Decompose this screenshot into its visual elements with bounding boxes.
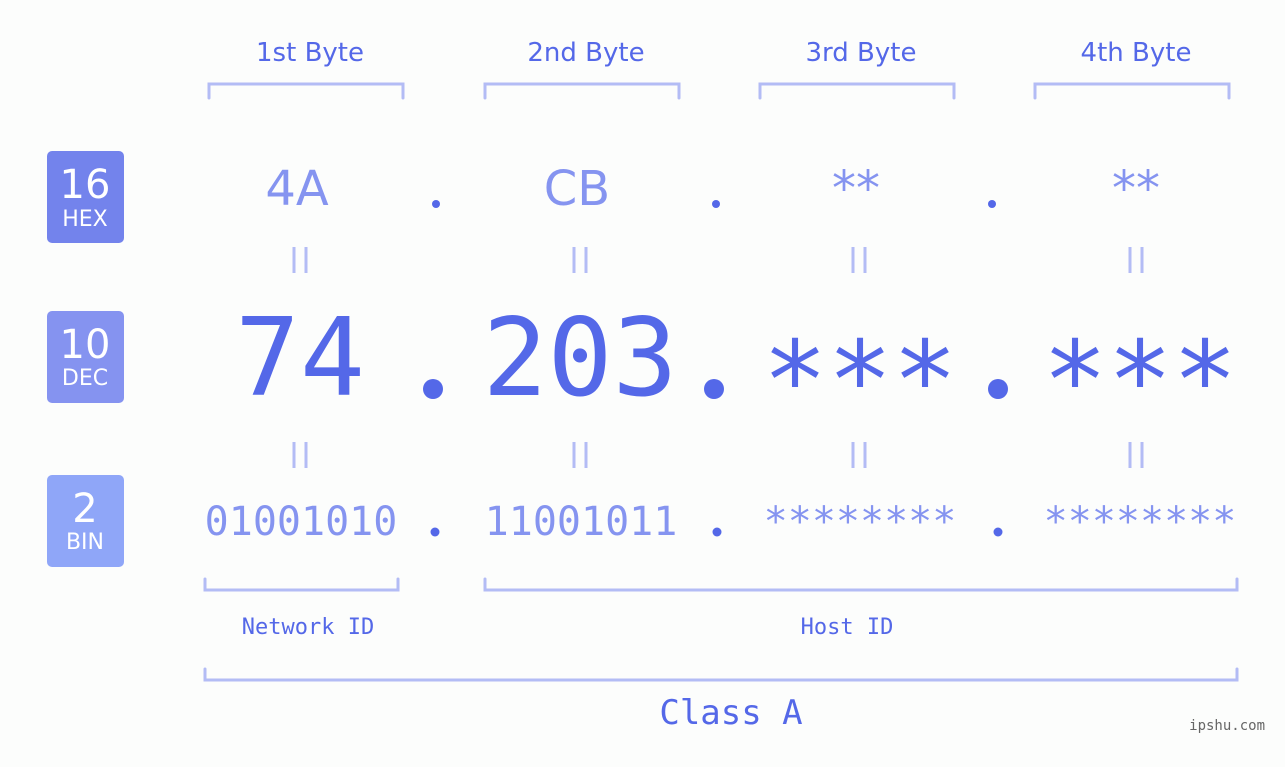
network-id-label: Network ID: [242, 615, 374, 640]
hex-dot-1: [432, 200, 440, 208]
hex-dot-2: [712, 200, 720, 208]
byte-header-4: 4th Byte: [1081, 38, 1192, 68]
dec-byte-3: ***: [762, 319, 957, 444]
byte-header-3: 3rd Byte: [806, 38, 917, 68]
ip-address-diagram: 1st Byte 2nd Byte 3rd Byte 4th Byte 16 H…: [47, 38, 1265, 734]
dec-dot-3: [988, 379, 1008, 399]
bin-dot-3: [993, 527, 1003, 537]
equals-marker-lower-4: [1128, 442, 1144, 468]
bin-badge-label: BIN: [66, 530, 104, 555]
dec-badge: 10 DEC: [47, 311, 124, 403]
byte-bracket-2: [483, 82, 681, 100]
host-id-label: Host ID: [801, 615, 894, 640]
byte-bracket-4: [1033, 82, 1231, 100]
hex-badge-number: 16: [60, 162, 111, 208]
hex-badge: 16 HEX: [47, 151, 124, 243]
equals-marker-lower-3: [851, 442, 867, 468]
equals-marker-lower-1: [292, 442, 308, 468]
class-bracket: [203, 667, 1239, 682]
bin-badge-number: 2: [72, 486, 97, 532]
watermark: ipshu.com: [1189, 718, 1265, 734]
equals-marker-lower-2: [572, 442, 588, 468]
hex-byte-1: 4A: [265, 161, 329, 217]
bin-byte-4: ********: [1044, 499, 1237, 545]
hex-byte-4: **: [1112, 161, 1160, 217]
bin-dot-2: [712, 527, 722, 537]
hex-byte-3: **: [832, 161, 880, 217]
dec-dot-2: [704, 379, 724, 399]
equals-marker-upper-3: [851, 247, 867, 273]
dec-byte-2: 203: [482, 296, 677, 421]
bin-byte-1: 01001010: [205, 499, 398, 545]
equals-marker-upper-1: [292, 247, 308, 273]
dec-badge-label: DEC: [62, 366, 108, 391]
dec-byte-1: 74: [235, 296, 365, 421]
equals-marker-upper-4: [1128, 247, 1144, 273]
byte-header-1: 1st Byte: [256, 38, 364, 68]
dec-byte-4: ***: [1042, 319, 1237, 444]
bin-byte-2: 11001011: [485, 499, 678, 545]
dec-badge-number: 10: [60, 322, 111, 368]
byte-bracket-1: [207, 82, 405, 100]
hex-dot-3: [988, 200, 996, 208]
hex-byte-2: CB: [544, 161, 610, 217]
bin-byte-3: ********: [764, 499, 957, 545]
dec-dot-1: [423, 379, 443, 399]
byte-header-2: 2nd Byte: [527, 38, 644, 68]
class-label: Class A: [659, 693, 802, 733]
network-id-bracket: [203, 577, 400, 592]
byte-bracket-3: [758, 82, 956, 100]
bin-badge: 2 BIN: [47, 475, 124, 567]
host-id-bracket: [483, 577, 1239, 592]
bin-dot-1: [430, 527, 440, 537]
hex-badge-label: HEX: [62, 207, 108, 232]
equals-marker-upper-2: [572, 247, 588, 273]
